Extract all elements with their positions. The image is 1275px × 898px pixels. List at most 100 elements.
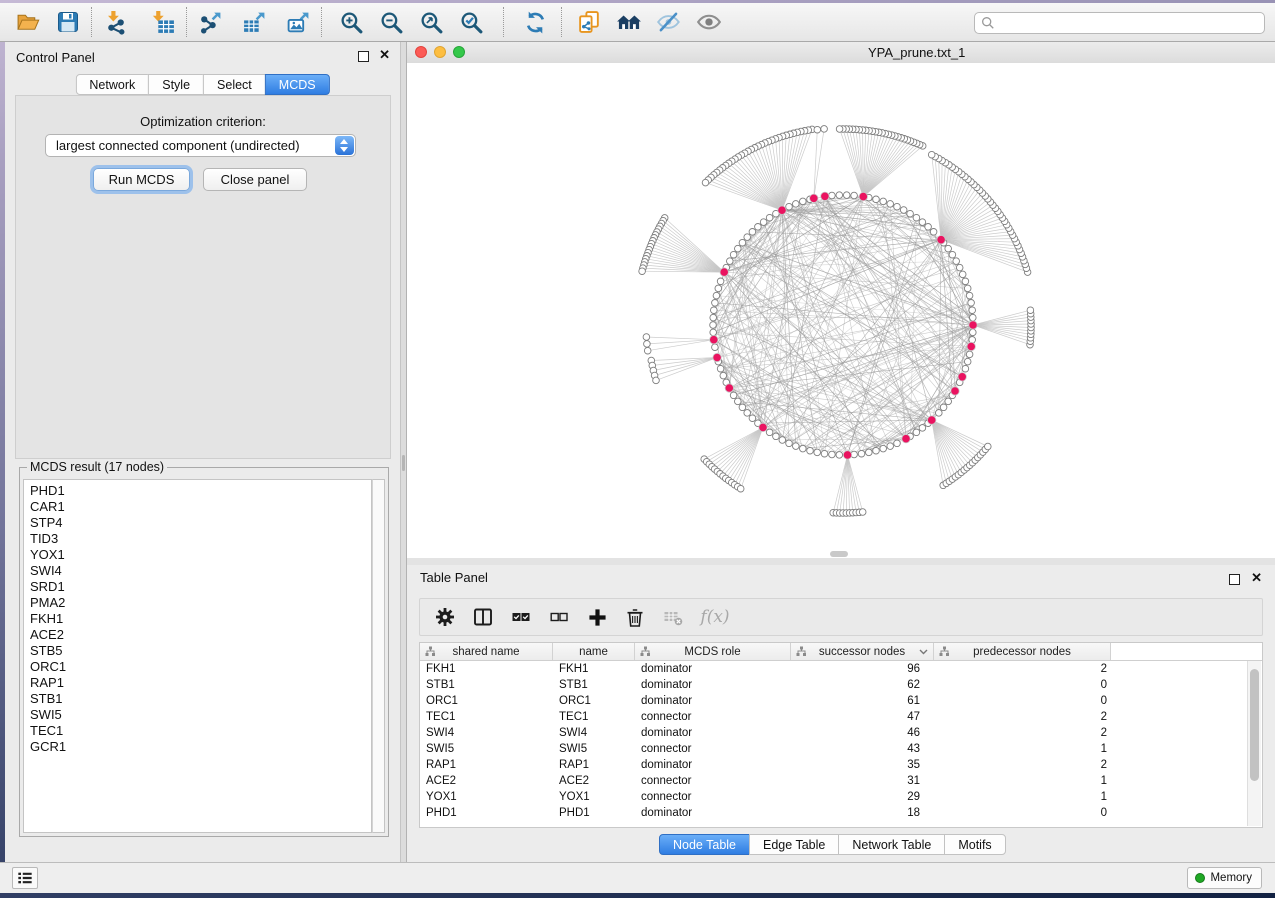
mcds-result-scrollbar[interactable] [372, 479, 385, 833]
node-table[interactable]: shared name name MCDS role successor nod… [419, 642, 1263, 828]
select-all-button[interactable] [502, 602, 540, 632]
hide-selected-button[interactable] [649, 5, 689, 39]
table-row[interactable]: YOX1YOX1connector291 [420, 789, 1262, 805]
column-header-name[interactable]: name [553, 643, 635, 660]
mcds-result-item[interactable]: STB1 [24, 691, 371, 707]
mcds-result-item[interactable]: FKH1 [24, 611, 371, 627]
export-network-button[interactable] [190, 5, 230, 39]
table-row[interactable]: STB1STB1dominator620 [420, 677, 1262, 693]
mcds-result-item[interactable]: GCR1 [24, 739, 371, 755]
table-settings-button[interactable] [426, 602, 464, 632]
clone-network-button[interactable] [569, 5, 609, 39]
table-row[interactable]: SWI4SWI4dominator462 [420, 725, 1262, 741]
optimization-criterion-select[interactable]: largest connected component (undirected) [45, 134, 356, 157]
table-vscrollbar[interactable] [1247, 661, 1261, 826]
zoom-in-button[interactable] [331, 5, 371, 39]
memory-status-icon [1195, 873, 1205, 883]
first-neighbors-button[interactable] [609, 5, 649, 39]
memory-button[interactable]: Memory [1187, 867, 1262, 889]
zoom-fit-button[interactable] [411, 5, 451, 39]
mcds-result-item[interactable]: RAP1 [24, 675, 371, 691]
maximize-window-icon[interactable] [453, 46, 465, 58]
toolbar-separator [91, 7, 92, 37]
mcds-result-item[interactable]: CAR1 [24, 499, 371, 515]
zoom-out-button[interactable] [371, 5, 411, 39]
mcds-result-item[interactable]: TEC1 [24, 723, 371, 739]
deselect-all-button[interactable] [540, 602, 578, 632]
zoom-selected-button[interactable] [451, 5, 491, 39]
column-header-mcds-role[interactable]: MCDS role [635, 643, 791, 660]
tab-style[interactable]: Style [148, 74, 204, 95]
save-session-button[interactable] [48, 5, 88, 39]
close-table-panel-icon[interactable]: ✕ [1251, 571, 1262, 585]
minimize-window-icon[interactable] [434, 46, 446, 58]
show-all-button[interactable] [689, 5, 729, 39]
table-cell: ORC1 [420, 695, 553, 707]
open-file-button[interactable] [8, 5, 48, 39]
mcds-result-item[interactable]: SWI5 [24, 707, 371, 723]
float-table-panel-icon[interactable] [1229, 574, 1240, 585]
tab-motifs[interactable]: Motifs [944, 834, 1005, 855]
mcds-result-item[interactable]: ACE2 [24, 627, 371, 643]
task-history-button[interactable] [12, 867, 38, 889]
column-header-predecessor-nodes[interactable]: predecessor nodes [934, 643, 1111, 660]
mcds-result-item[interactable]: SRD1 [24, 579, 371, 595]
mcds-result-item[interactable]: STP4 [24, 515, 371, 531]
tab-network-table[interactable]: Network Table [838, 834, 945, 855]
close-panel-button[interactable]: Close panel [203, 168, 307, 191]
mcds-result-item[interactable]: PHD1 [24, 483, 371, 499]
tab-select[interactable]: Select [203, 74, 266, 95]
table-cell: 29 [791, 791, 934, 803]
network-window-titlebar[interactable]: YPA_prune.txt_1 [407, 42, 1275, 64]
export-image-button[interactable] [278, 5, 318, 39]
tab-edge-table[interactable]: Edge Table [749, 834, 839, 855]
export-table-icon [242, 10, 267, 35]
column-header-shared-name[interactable]: shared name [420, 643, 553, 660]
tab-network[interactable]: Network [75, 74, 149, 95]
export-network-icon [198, 10, 223, 35]
export-table-button[interactable] [234, 5, 274, 39]
close-panel-icon[interactable]: ✕ [379, 48, 390, 62]
float-panel-icon[interactable] [358, 51, 369, 62]
mcds-result-item[interactable]: SWI4 [24, 563, 371, 579]
table-row[interactable]: SWI5SWI5connector431 [420, 741, 1262, 757]
table-row[interactable]: TEC1TEC1connector472 [420, 709, 1262, 725]
network-hscrollbar[interactable] [830, 551, 848, 557]
tab-node-table[interactable]: Node Table [659, 834, 750, 855]
table-cell: YOX1 [553, 791, 635, 803]
tab-mcds[interactable]: MCDS [265, 74, 330, 95]
mcds-result-list[interactable]: PHD1CAR1STP4TID3YOX1SWI4SRD1PMA2FKH1ACE2… [23, 479, 372, 833]
table-cell: 1 [934, 743, 1111, 755]
search-input[interactable] [999, 15, 1264, 31]
search-box[interactable] [974, 12, 1265, 34]
import-table-button[interactable] [143, 5, 183, 39]
table-row[interactable]: ACE2ACE2connector311 [420, 773, 1262, 789]
panel-splitter[interactable] [400, 42, 407, 862]
run-mcds-button[interactable]: Run MCDS [93, 168, 190, 191]
add-column-button[interactable] [578, 602, 616, 632]
optimization-criterion-label: Optimization criterion: [16, 114, 390, 129]
mcds-result-item[interactable]: YOX1 [24, 547, 371, 563]
delete-column-button[interactable] [616, 602, 654, 632]
network-canvas[interactable] [407, 63, 1275, 558]
mcds-result-item[interactable]: STB5 [24, 643, 371, 659]
close-window-icon[interactable] [415, 46, 427, 58]
table-row[interactable]: ORC1ORC1dominator610 [420, 693, 1262, 709]
table-vscrollbar-thumb[interactable] [1250, 669, 1259, 781]
apply-layout-button[interactable] [515, 5, 555, 39]
table-row[interactable]: RAP1RAP1dominator352 [420, 757, 1262, 773]
table-cell: 47 [791, 711, 934, 723]
mcds-result-item[interactable]: PMA2 [24, 595, 371, 611]
table-cell: dominator [635, 663, 791, 675]
mcds-result-item[interactable]: TID3 [24, 531, 371, 547]
column-header-successor-nodes[interactable]: successor nodes [791, 643, 934, 660]
table-row[interactable]: FKH1FKH1dominator962 [420, 661, 1262, 677]
table-cell: 2 [934, 711, 1111, 723]
mcds-result-item[interactable]: ORC1 [24, 659, 371, 675]
zoom-selected-icon [459, 10, 484, 35]
network-graph[interactable] [407, 63, 1275, 558]
import-network-button[interactable] [95, 5, 135, 39]
mcds-result-title: MCDS result (17 nodes) [27, 460, 167, 474]
show-columns-button[interactable] [464, 602, 502, 632]
table-row[interactable]: PHD1PHD1dominator180 [420, 805, 1262, 821]
